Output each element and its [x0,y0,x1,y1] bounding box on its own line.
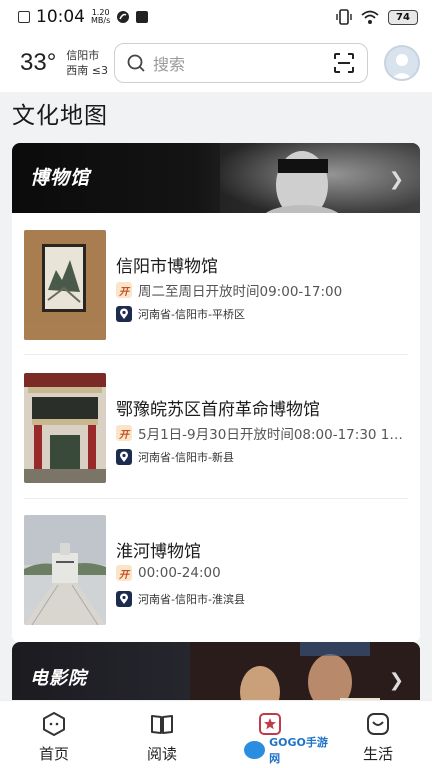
nav-label-life: 生活 [362,745,393,763]
weather-city: 信阳市 [66,49,100,62]
open-badge: 开 [116,282,132,298]
item-address: 河南省-信阳市-新县 [116,449,234,465]
item-hours: 开 00:00-24:00 [116,565,408,581]
net-speed: 1.20 MB/s [91,8,111,25]
scan-icon[interactable] [333,52,355,74]
painting-image [24,230,106,340]
bottom-nav: 首页 阅读 生活 [0,700,432,768]
location-pin-icon [116,306,132,322]
item-hours: 开 周二至周日开放时间09:00-17:00 [116,280,408,300]
avatar[interactable] [384,45,420,81]
status-bar: 10:04 1.20 MB/s 74 [0,0,432,34]
watermark-logo: GOGO手游网 [240,736,336,765]
divider [24,354,408,355]
gate-building-image [24,373,106,483]
book-icon [149,711,175,737]
wifi-icon [361,10,379,24]
item-name: 鄂豫皖苏区首府革命博物馆 [116,400,320,420]
open-badge: 开 [116,425,132,441]
item-name: 信阳市博物馆 [116,257,218,277]
user-avatar-icon [391,54,413,79]
vibrate-icon [336,9,352,25]
home-hexagon-icon [41,711,67,737]
nav-read[interactable]: 阅读 [108,701,216,768]
museum-section-card: 博物馆 ❯ 信阳市博物馆 开 周二至周日开放时间09:00-17:00 河南省-… [12,143,420,643]
open-badge: 开 [116,565,132,581]
nav-life[interactable]: 生活 [324,701,432,768]
watermark-icon [244,741,266,759]
item-name: 淮河博物馆 [116,542,201,562]
bag-smile-icon [365,711,391,737]
section-title-museum: 博物馆 [30,167,91,189]
item-address: 河南省-信阳市-淮滨县 [116,591,245,607]
notification-icon [18,11,30,23]
museum-banner[interactable]: 博物馆 ❯ [12,143,420,213]
list-item[interactable]: 信阳市博物馆 开 周二至周日开放时间09:00-17:00 河南省-信阳市-平桥… [24,230,408,340]
list-item[interactable]: 鄂豫皖苏区首府革命博物馆 开 5月1日-9月30日开放时间08:00-17:30… [24,373,408,483]
app-notify-icon [117,11,130,23]
museum-thumbnail [24,515,106,625]
weather-location[interactable]: 信阳市 西南 ≤3 [66,48,108,78]
top-header: 33° 信阳市 西南 ≤3 搜索 [0,34,432,92]
museum-building-image [24,515,106,625]
status-time: 10:04 [36,7,85,27]
museum-thumbnail [24,373,106,483]
app-square-icon [136,11,149,23]
nav-label-read: 阅读 [146,745,177,763]
section-title-cinema: 电影院 [30,668,87,689]
search-placeholder[interactable]: 搜索 [153,51,333,75]
item-hours: 开 5月1日-9月30日开放时间08:00-17:30 1… [116,423,408,443]
nav-label-home: 首页 [38,745,69,763]
chevron-right-icon[interactable]: ❯ [389,169,404,190]
page-title: 文化地图 [12,103,108,129]
list-item[interactable]: 淮河博物馆 开 00:00-24:00 河南省-信阳市-淮滨县 [24,515,408,625]
nav-home[interactable]: 首页 [0,701,108,768]
search-icon [127,54,145,72]
item-address: 河南省-信阳市-平桥区 [116,306,245,322]
battery-indicator: 74 [388,9,418,25]
weather-temperature[interactable]: 33° [20,49,56,77]
chevron-right-icon[interactable]: ❯ [389,670,404,691]
location-pin-icon [116,449,132,465]
divider [24,498,408,499]
location-pin-icon [116,591,132,607]
search-bar[interactable]: 搜索 [114,43,369,83]
museum-thumbnail [24,230,106,340]
weather-wind: 西南 ≤3 [66,64,109,77]
